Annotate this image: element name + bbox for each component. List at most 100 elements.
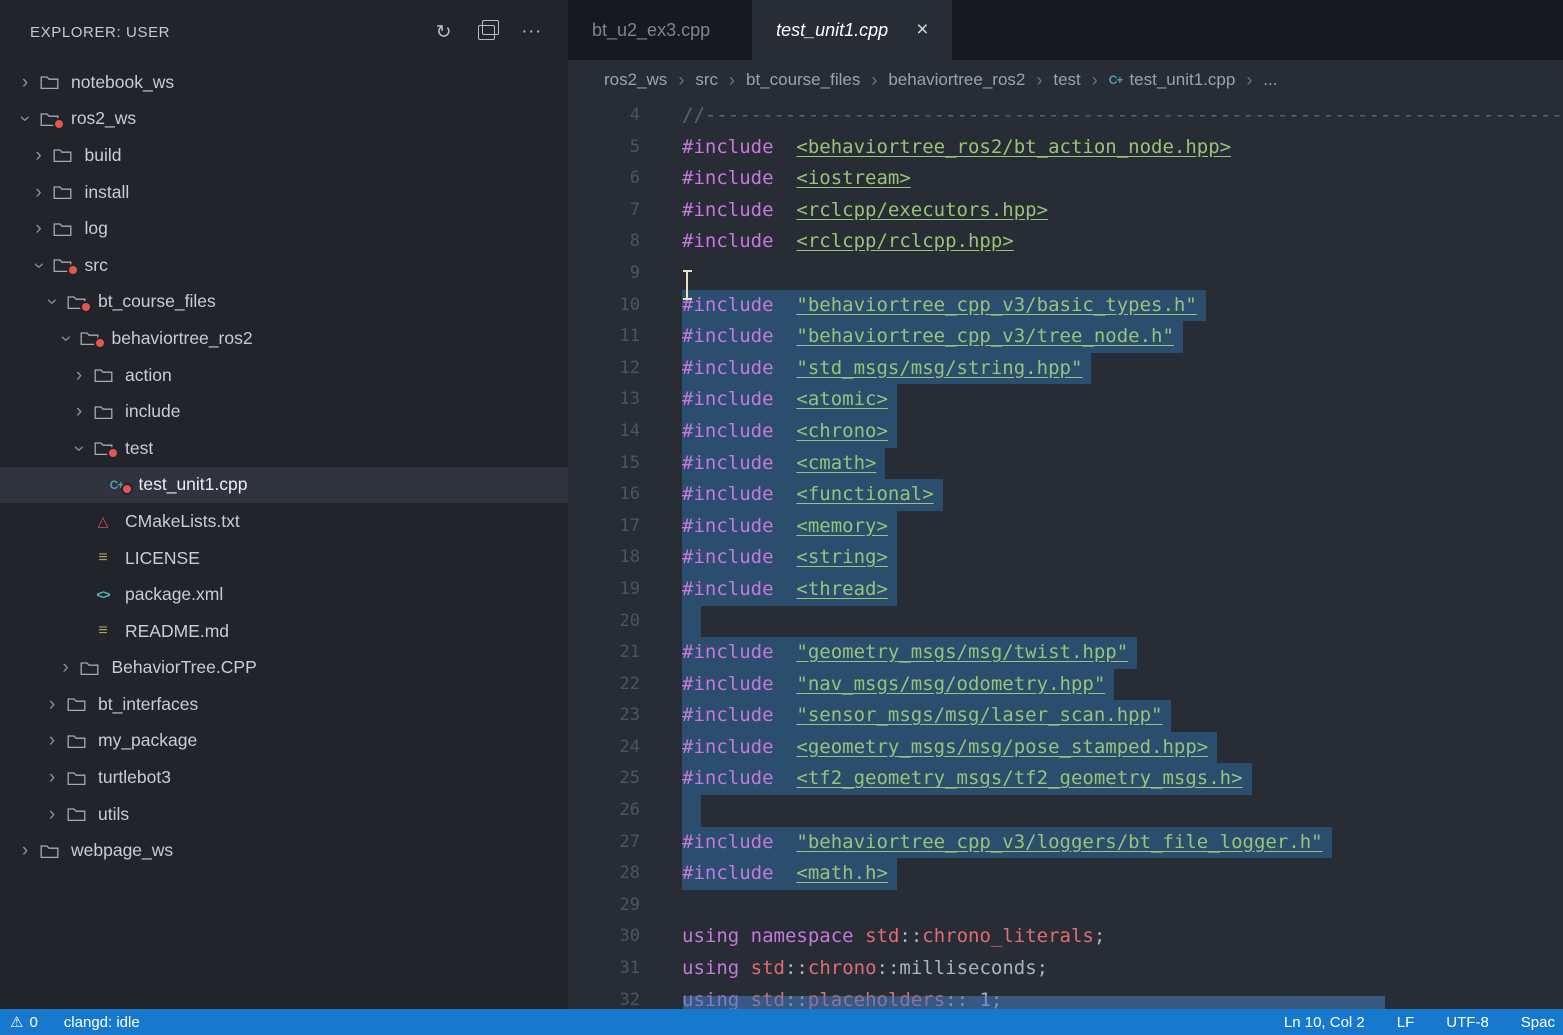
code-line-25[interactable]: 25#include <tf2_geometry_msgs/tf2_geomet… [568,763,1563,795]
indentation-indicator[interactable]: Spac [1521,1014,1555,1031]
line-number[interactable]: 11 [568,321,640,353]
breadcrumb-item-[interactable]: ... [1263,70,1277,90]
eol-indicator[interactable]: LF [1397,1014,1415,1031]
encoding-indicator[interactable]: UTF-8 [1446,1014,1489,1031]
code-line-26[interactable]: 26 [568,795,1563,827]
line-number[interactable]: 13 [568,384,640,416]
code-editor[interactable]: 4//-------------------------------------… [568,100,1563,1035]
line-number[interactable]: 25 [568,763,640,795]
breadcrumb-item-ros2-ws[interactable]: ros2_ws [604,70,667,90]
tree-item-license[interactable]: ≡LICENSE [0,540,568,577]
code-line-22[interactable]: 22#include "nav_msgs/msg/odometry.hpp" [568,669,1563,701]
code-token: :: [877,957,900,979]
line-number[interactable]: 4 [568,100,640,132]
tree-item-install[interactable]: ›install [0,174,568,211]
code-line-29[interactable]: 29 [568,890,1563,922]
line-number[interactable]: 20 [568,606,640,638]
close-icon[interactable]: × [916,18,928,42]
line-number[interactable]: 8 [568,226,640,258]
code-line-27[interactable]: 27#include "behaviortree_cpp_v3/loggers/… [568,827,1563,859]
tab-bt-u2-ex3-cpp[interactable]: bt_u2_ex3.cpp [568,0,734,60]
code-line-8[interactable]: 8#include <rclcpp/rclcpp.hpp> [568,226,1563,258]
code-line-21[interactable]: 21#include "geometry_msgs/msg/twist.hpp" [568,637,1563,669]
code-line-10[interactable]: 10#include "behaviortree_cpp_v3/basic_ty… [568,290,1563,322]
line-number[interactable]: 6 [568,163,640,195]
tree-item-behaviortree-ros2[interactable]: ›behaviortree_ros2 [0,320,568,357]
tree-item-cmakelists-txt[interactable]: △CMakeLists.txt [0,503,568,540]
code-line-17[interactable]: 17#include <memory> [568,511,1563,543]
tree-item-behaviortree-cpp[interactable]: ›BehaviorTree.CPP [0,650,568,687]
problems-indicator[interactable]: ⚠ 0 [10,1013,38,1031]
line-number[interactable]: 17 [568,511,640,543]
line-number[interactable]: 15 [568,448,640,480]
breadcrumb-item-bt-course-files[interactable]: bt_course_files [746,70,860,90]
line-number[interactable]: 10 [568,290,640,322]
line-number[interactable]: 19 [568,574,640,606]
line-number[interactable]: 9 [568,258,640,290]
tree-item-webpage-ws[interactable]: ›webpage_ws [0,832,568,869]
breadcrumb-item-test-unit1-cpp[interactable]: test_unit1.cpp [1129,70,1235,90]
code-line-11[interactable]: 11#include "behaviortree_cpp_v3/tree_nod… [568,321,1563,353]
tree-item-test-unit1-cpp[interactable]: C+test_unit1.cpp [0,467,568,504]
tree-item-readme-md[interactable]: ≡README.md [0,613,568,650]
line-number[interactable]: 5 [568,132,640,164]
line-number[interactable]: 7 [568,195,640,227]
code-line-12[interactable]: 12#include "std_msgs/msg/string.hpp" [568,353,1563,385]
tree-item-ros2-ws[interactable]: ›ros2_ws [0,101,568,138]
tree-item-turtlebot3[interactable]: ›turtlebot3 [0,759,568,796]
cursor-position[interactable]: Ln 10, Col 2 [1284,1014,1365,1031]
code-line-28[interactable]: 28#include <math.h> [568,858,1563,890]
clangd-status[interactable]: clangd: idle [64,1014,140,1031]
breadcrumb-item-behaviortree-ros2[interactable]: behaviortree_ros2 [888,70,1025,90]
tree-item-utils[interactable]: ›utils [0,796,568,833]
code-line-18[interactable]: 18#include <string> [568,542,1563,574]
code-line-7[interactable]: 7#include <rclcpp/executors.hpp> [568,195,1563,227]
code-line-4[interactable]: 4//-------------------------------------… [568,100,1563,132]
line-number[interactable]: 24 [568,732,640,764]
code-line-14[interactable]: 14#include <chrono> [568,416,1563,448]
tree-item-log[interactable]: ›log [0,210,568,247]
tree-item-test[interactable]: ›test [0,430,568,467]
line-number[interactable]: 16 [568,479,640,511]
tree-item-notebook-ws[interactable]: ›notebook_ws [0,64,568,101]
line-number[interactable]: 12 [568,353,640,385]
code-line-31[interactable]: 31using std::chrono::milliseconds; [568,953,1563,985]
code-line-9[interactable]: 9 [568,258,1563,290]
line-number[interactable]: 23 [568,700,640,732]
refresh-icon[interactable]: ↻ [436,21,453,44]
breadcrumb-item-src[interactable]: src [695,70,718,90]
more-actions-icon[interactable]: ··· [521,21,542,43]
tree-item-action[interactable]: ›action [0,357,568,394]
line-number[interactable]: 22 [568,669,640,701]
tree-item-bt-course-files[interactable]: ›bt_course_files [0,284,568,321]
split-editor-icon[interactable] [478,25,495,40]
tree-item-my-package[interactable]: ›my_package [0,723,568,760]
line-number[interactable]: 26 [568,795,640,827]
tree-item-src[interactable]: ›src [0,247,568,284]
code-line-5[interactable]: 5#include <behaviortree_ros2/bt_action_n… [568,132,1563,164]
line-number[interactable]: 14 [568,416,640,448]
horizontal-scrollbar[interactable] [683,996,1385,1009]
breadcrumb-item-test[interactable]: test [1053,70,1080,90]
code-line-20[interactable]: 20 [568,606,1563,638]
line-number[interactable]: 30 [568,921,640,953]
code-line-6[interactable]: 6#include <iostream> [568,163,1563,195]
line-number[interactable]: 27 [568,827,640,859]
line-number[interactable]: 29 [568,890,640,922]
code-line-30[interactable]: 30using namespace std::chrono_literals; [568,921,1563,953]
code-line-15[interactable]: 15#include <cmath> [568,448,1563,480]
tree-item-build[interactable]: ›build [0,137,568,174]
code-line-23[interactable]: 23#include "sensor_msgs/msg/laser_scan.h… [568,700,1563,732]
code-line-13[interactable]: 13#include <atomic> [568,384,1563,416]
line-number[interactable]: 21 [568,637,640,669]
code-line-19[interactable]: 19#include <thread> [568,574,1563,606]
tree-item-package-xml[interactable]: <>package.xml [0,576,568,613]
line-number[interactable]: 31 [568,953,640,985]
line-number[interactable]: 18 [568,542,640,574]
code-line-16[interactable]: 16#include <functional> [568,479,1563,511]
code-line-24[interactable]: 24#include <geometry_msgs/msg/pose_stamp… [568,732,1563,764]
tab-test-unit1-cpp[interactable]: test_unit1.cpp × [752,0,952,60]
line-number[interactable]: 28 [568,858,640,890]
tree-item-bt-interfaces[interactable]: ›bt_interfaces [0,686,568,723]
tree-item-include[interactable]: ›include [0,393,568,430]
